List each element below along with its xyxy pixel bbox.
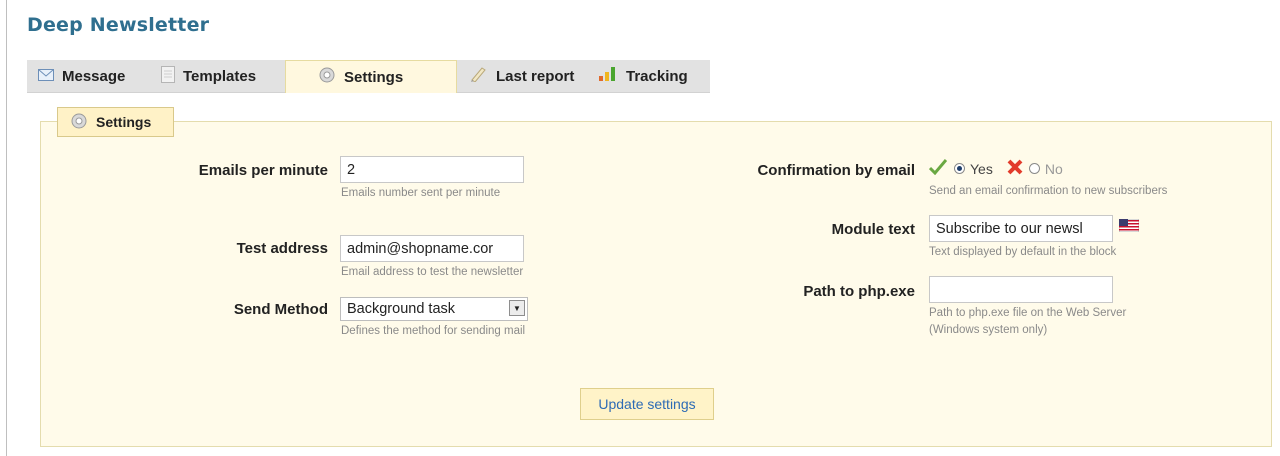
legend-label: Settings — [96, 114, 152, 130]
module-text-hint: Text displayed by default in the block — [929, 246, 1117, 258]
module-text-input[interactable] — [929, 215, 1113, 242]
php-path-input[interactable] — [929, 276, 1113, 303]
confirmation-hint: Send an email confirmation to new subscr… — [929, 185, 1168, 197]
confirmation-options: Yes No — [928, 159, 1063, 178]
envelope-icon — [38, 68, 54, 85]
left-border-line — [6, 0, 7, 456]
send-method-hint: Defines the method for sending mail — [341, 325, 526, 337]
send-method-label: Send Method — [233, 301, 328, 318]
module-text-label: Module text — [831, 221, 915, 238]
pencil-icon — [470, 66, 488, 86]
php-path-hint-line1: Path to php.exe file on the Web Server — [929, 307, 1127, 319]
tab-label: Message — [62, 67, 126, 85]
emails-per-minute-label: Emails per minute — [198, 162, 328, 179]
tab-label: Last report — [496, 67, 575, 85]
page-title: Deep Newsletter — [27, 14, 210, 36]
emails-per-minute-input[interactable] — [340, 156, 524, 183]
gear-icon — [318, 66, 336, 88]
tab-last-report[interactable]: Last report — [460, 60, 574, 92]
tab-settings[interactable]: Settings — [285, 60, 457, 93]
check-icon — [928, 159, 948, 178]
gear-icon — [70, 112, 88, 133]
tab-bar: Message Templates Settings Last report T… — [27, 60, 710, 93]
us-flag-icon[interactable] — [1118, 218, 1140, 237]
tab-templates[interactable]: Templates — [161, 60, 256, 92]
document-icon — [161, 65, 175, 87]
tab-tracking[interactable]: Tracking — [598, 60, 688, 92]
bar-chart-icon — [598, 66, 618, 86]
test-address-hint: Email address to test the newsletter — [341, 266, 524, 278]
send-method-select[interactable]: Background task ▼ — [340, 297, 528, 321]
chevron-down-icon[interactable]: ▼ — [509, 300, 525, 316]
confirmation-yes-label: Yes — [970, 160, 993, 177]
cross-icon — [1007, 159, 1023, 178]
confirmation-no-label: No — [1044, 160, 1063, 177]
settings-legend: Settings — [57, 107, 174, 137]
test-address-input[interactable] — [340, 235, 524, 262]
confirmation-yes-radio[interactable] — [954, 163, 965, 174]
confirmation-label: Confirmation by email — [757, 162, 915, 179]
php-path-label: Path to php.exe — [803, 283, 915, 300]
tab-label: Tracking — [626, 67, 688, 85]
tab-label: Templates — [183, 67, 257, 85]
tab-message[interactable]: Message — [38, 60, 125, 92]
update-settings-button[interactable]: Update settings — [580, 388, 714, 420]
tab-label: Settings — [344, 68, 404, 86]
test-address-label: Test address — [236, 240, 328, 257]
send-method-value: Background task — [347, 301, 456, 317]
php-path-hint-line2: (Windows system only) — [929, 324, 1048, 336]
emails-per-minute-hint: Emails number sent per minute — [341, 187, 501, 199]
confirmation-no-radio[interactable] — [1028, 163, 1040, 174]
